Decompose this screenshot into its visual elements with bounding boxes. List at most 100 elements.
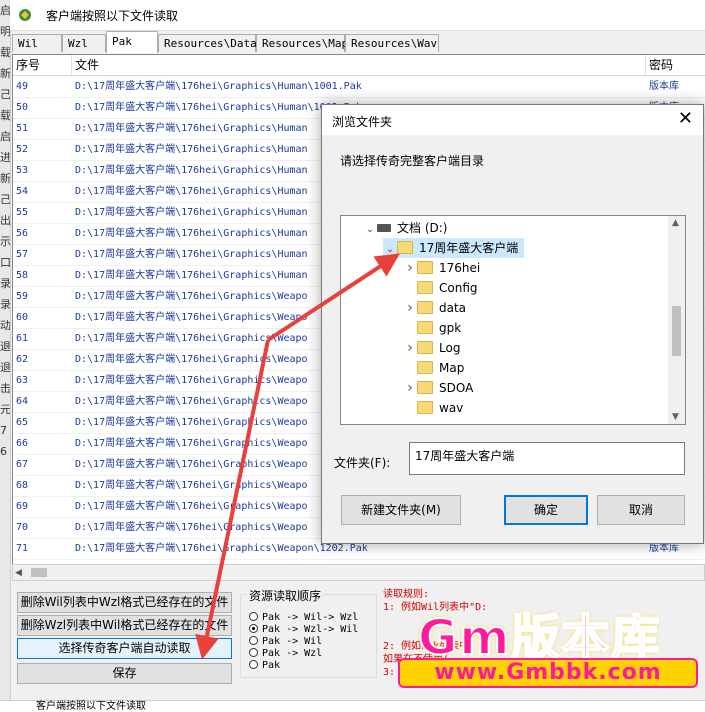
cancel-button[interactable]: 取消	[597, 495, 685, 525]
tree-node[interactable]: › data	[403, 298, 466, 318]
tab-wzl[interactable]: Wzl	[62, 34, 106, 52]
cell-file: D:\17周年盛大客户端\176hei\Graphics\Weapo	[75, 291, 308, 302]
column-header-file[interactable]: 文件	[72, 55, 646, 75]
cell-password: 版本库	[649, 81, 679, 92]
drive-icon	[377, 224, 391, 232]
tree-node-label: Map	[439, 361, 465, 375]
dialog-prompt: 请选择传奇完整客户端目录	[340, 154, 485, 168]
cell-no: 61	[16, 333, 29, 344]
title-bar: 客户端按照以下文件读取	[10, 0, 705, 31]
folder-icon	[417, 401, 433, 414]
tree-vertical-scrollbar[interactable]: ▲ ▼	[668, 216, 685, 424]
tree-node[interactable]: › 176hei	[403, 258, 480, 278]
edge-fragment: 明	[0, 25, 10, 38]
resource-order-option[interactable]: Pak -> Wzl-> Wil	[249, 624, 358, 636]
edge-fragment: 出	[0, 214, 10, 227]
auto-read-client-button[interactable]: 选择传奇客户端自动读取	[17, 638, 232, 659]
tree-node-label: SDOA	[439, 381, 474, 395]
tree-node-label: gpk	[439, 321, 462, 335]
tree-node[interactable]: gpk	[403, 318, 461, 338]
horizontal-scrollbar[interactable]: ◀	[12, 564, 705, 581]
cell-no: 69	[16, 501, 29, 512]
cell-file: D:\17周年盛大客户端\176hei\Graphics\Human	[75, 249, 308, 260]
cell-no: 57	[16, 249, 29, 260]
radio-icon[interactable]	[249, 624, 258, 633]
tab-resources-map[interactable]: Resources\Map	[256, 34, 348, 52]
resource-order-option[interactable]: Pak	[249, 660, 280, 672]
scroll-left-icon[interactable]: ◀	[15, 568, 22, 578]
scroll-up-icon[interactable]: ▲	[672, 218, 679, 228]
folder-input[interactable]: 17周年盛大客户端	[409, 442, 685, 475]
tree-node[interactable]: ⌄ 文档 (D:)	[363, 218, 448, 240]
radio-label: Pak	[262, 660, 281, 671]
chevron-right-icon[interactable]: ›	[403, 298, 417, 318]
window-title: 客户端按照以下文件读取	[46, 9, 179, 23]
tree-node[interactable]: › SDOA	[403, 378, 473, 398]
tree-node[interactable]: ⌄ 17周年盛大客户端	[383, 238, 525, 260]
save-button[interactable]: 保存	[17, 663, 232, 684]
resource-order-group: 资源读取顺序 Pak -> Wil-> Wzl Pak -> Wzl-> Wil P…	[240, 587, 377, 678]
cell-no: 68	[16, 480, 29, 491]
tree-scroll-thumb[interactable]	[672, 306, 681, 356]
ok-button[interactable]: 确定	[504, 495, 588, 525]
edge-fragment: 元	[0, 403, 10, 416]
cell-no: 63	[16, 375, 29, 386]
watermark-logo: Gm版本库 www.Gmbbk.com	[398, 598, 705, 693]
cell-file: D:\17周年盛大客户端\176hei\Graphics\Weapo	[75, 396, 308, 407]
edge-fragment: 己	[0, 193, 10, 206]
tree-node[interactable]: wav	[403, 398, 463, 418]
edge-fragment: 口	[0, 256, 10, 269]
cell-file: D:\17周年盛大客户端\176hei\Graphics\Human\1001.…	[75, 81, 362, 92]
tab-wil[interactable]: Wil	[12, 34, 62, 52]
resource-order-option[interactable]: Pak -> Wil-> Wzl	[249, 612, 358, 624]
folder-tree[interactable]: ⌄ 文档 (D:) ⌄ 17周年盛大客户端 › 176hei Config › data gpk ›…	[340, 215, 686, 425]
tab-resources-wav[interactable]: Resources\Wav	[345, 34, 439, 52]
radio-icon[interactable]	[249, 660, 258, 669]
radio-icon[interactable]	[249, 636, 258, 645]
tree-node[interactable]: › Log	[403, 338, 460, 358]
cell-no: 64	[16, 396, 29, 407]
table-row[interactable]: 49 D:\17周年盛大客户端\176hei\Graphics\Human\100…	[13, 76, 705, 98]
cell-no: 60	[16, 312, 29, 323]
column-header-no[interactable]: 序号	[13, 55, 72, 75]
resource-order-option[interactable]: Pak -> Wzl	[249, 648, 322, 660]
resource-order-option[interactable]: Pak -> Wil	[249, 636, 322, 648]
tree-node[interactable]: Config	[403, 278, 478, 298]
edge-fragment: 6	[0, 445, 7, 458]
tab-pak[interactable]: Pak	[106, 31, 158, 53]
new-folder-button[interactable]: 新建文件夹(M)	[341, 495, 461, 525]
cell-no: 71	[16, 543, 29, 554]
edge-fragment: 载	[0, 109, 10, 122]
tree-node-label: wav	[439, 401, 464, 415]
delete-wil-duplicates-button[interactable]: 删除Wil列表中Wzl格式已经存在的文件	[17, 592, 232, 613]
folder-icon	[417, 341, 433, 354]
column-header-password[interactable]: 密码	[646, 55, 705, 75]
chevron-right-icon[interactable]: ›	[403, 338, 417, 358]
cell-no: 65	[16, 417, 29, 428]
edge-fragment: 击	[0, 382, 10, 395]
scroll-down-icon[interactable]: ▼	[672, 412, 679, 422]
scroll-thumb[interactable]	[31, 568, 47, 577]
cell-no: 49	[16, 81, 29, 92]
chevron-right-icon[interactable]: ›	[403, 258, 417, 278]
chevron-down-icon[interactable]: ⌄	[383, 240, 397, 260]
cell-no: 54	[16, 186, 29, 197]
cell-file: D:\17周年盛大客户端\176hei\Graphics\Weapo	[75, 522, 308, 533]
edge-fragment: 退	[0, 340, 10, 353]
radio-icon[interactable]	[249, 648, 258, 657]
cell-no: 50	[16, 102, 29, 113]
chevron-right-icon[interactable]: ›	[403, 378, 417, 398]
radio-icon[interactable]	[249, 612, 258, 621]
folder-icon	[417, 321, 433, 334]
delete-wzl-duplicates-button[interactable]: 删除Wzl列表中Wil格式已经存在的文件	[17, 615, 232, 636]
chevron-down-icon[interactable]: ⌄	[363, 220, 377, 240]
tab-resources-data[interactable]: Resources\Data	[158, 34, 257, 52]
close-icon[interactable]: ✕	[678, 109, 693, 129]
tree-node[interactable]: Map	[403, 358, 464, 378]
folder-icon	[417, 361, 433, 374]
cell-file: D:\17周年盛大客户端\176hei\Graphics\Weapo	[75, 459, 308, 470]
edge-fragment: 退	[0, 361, 10, 374]
tree-node-label: Config	[439, 281, 478, 295]
folder-icon	[417, 381, 433, 394]
folder-icon	[417, 301, 433, 314]
